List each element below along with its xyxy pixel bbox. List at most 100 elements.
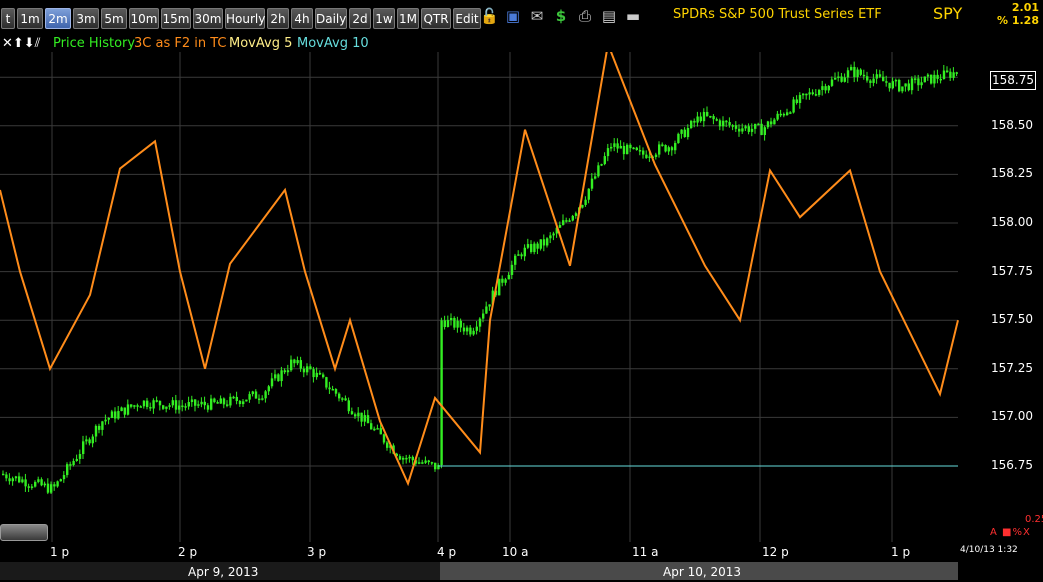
interval-button-qtr[interactable]: QTR [421, 8, 451, 29]
candle [296, 360, 299, 364]
candle [936, 74, 939, 79]
candle [286, 370, 290, 373]
candle [834, 77, 837, 80]
candle [718, 120, 722, 127]
interval-button-5m[interactable]: 5m [101, 8, 127, 29]
candle [619, 145, 622, 149]
candle [802, 93, 805, 96]
candle [290, 359, 293, 371]
candle [331, 389, 334, 391]
candle [30, 486, 34, 488]
candle [667, 147, 670, 152]
candle [613, 143, 616, 147]
candle [155, 400, 158, 402]
minimize-icon[interactable]: ▬ [624, 7, 642, 25]
candle [792, 99, 795, 113]
candle [590, 178, 594, 189]
candle [469, 327, 472, 335]
candle [34, 481, 37, 487]
interval-button-t[interactable]: t [1, 8, 15, 29]
legend-controls-icon[interactable]: ✕⬆⬇⫽ [2, 36, 40, 51]
candle [162, 405, 165, 409]
interval-button-1m[interactable]: 1m [17, 8, 43, 29]
candle [904, 83, 907, 87]
candle [661, 144, 664, 146]
email-icon[interactable]: ✉ [528, 7, 546, 25]
candle [859, 69, 862, 75]
candle [402, 457, 405, 460]
interval-button-30m[interactable]: 30m [193, 8, 223, 29]
interval-button-1w[interactable]: 1w [373, 8, 395, 29]
candle [485, 306, 488, 314]
interval-button-hourly[interactable]: Hourly [225, 8, 265, 29]
interval-button-2m[interactable]: 2m [45, 8, 71, 29]
candle [898, 79, 901, 92]
interval-button-edit[interactable]: Edit [453, 8, 481, 29]
interval-button-2h[interactable]: 2h [267, 8, 289, 29]
candle [507, 274, 510, 280]
candle [235, 396, 238, 401]
candle [251, 391, 254, 395]
candle [894, 79, 898, 82]
interval-button-4h[interactable]: 4h [291, 8, 313, 29]
candle [670, 147, 674, 151]
save-icon[interactable]: ▣ [504, 7, 522, 25]
candle [347, 400, 350, 412]
lock-icon[interactable]: 🔓 [480, 7, 499, 25]
candle [482, 313, 485, 319]
change-percent: % 1.28 [997, 14, 1039, 27]
legend-movavg-5[interactable]: MovAvg 5 [229, 36, 292, 51]
interval-button-10m[interactable]: 10m [129, 8, 159, 29]
candle [258, 398, 261, 401]
dollar-icon[interactable]: $ [552, 7, 570, 25]
candle [696, 116, 699, 123]
candle [11, 478, 14, 482]
candle [568, 220, 571, 222]
price-axis-label: 157.25 [991, 360, 1033, 375]
candle [632, 147, 635, 150]
scroll-handle[interactable] [0, 524, 48, 541]
time-axis-label: 2 p [178, 545, 198, 559]
interval-button-3m[interactable]: 3m [73, 8, 99, 29]
candle [907, 83, 910, 91]
candle [562, 220, 565, 225]
candle [178, 405, 181, 410]
price-candles [2, 61, 958, 495]
candle [197, 404, 200, 406]
legend-price-history[interactable]: Price History [53, 36, 135, 51]
candle [229, 396, 232, 406]
symbol-label[interactable]: SPY [933, 4, 962, 23]
candle [946, 70, 949, 73]
legend-movavg-10[interactable]: MovAvg 10 [297, 36, 369, 51]
candle [94, 425, 98, 437]
candle [795, 99, 798, 104]
candle [363, 415, 366, 422]
candle [594, 176, 597, 179]
candle [174, 400, 178, 410]
interval-button-15m[interactable]: 15m [161, 8, 191, 29]
candle [69, 464, 72, 466]
candle [318, 372, 322, 375]
candle [379, 428, 382, 435]
candle [725, 120, 728, 123]
interval-button-1m[interactable]: 1M [397, 8, 419, 29]
candle [843, 77, 846, 82]
notes-icon[interactable]: ▤ [600, 7, 618, 25]
candle [926, 74, 930, 77]
candle [654, 154, 658, 157]
candle [130, 404, 133, 407]
current-price-label: 158.75 [990, 71, 1036, 90]
interval-button-2d[interactable]: 2d [349, 8, 371, 29]
legend-3c-indicator[interactable]: 3C as F2 in TC [134, 36, 226, 51]
print-icon[interactable]: ⎙ [576, 7, 594, 25]
candle [920, 82, 923, 86]
interval-button-daily[interactable]: Daily [315, 8, 347, 29]
candle [59, 479, 62, 482]
indicator-flags[interactable]: A ■%X [990, 527, 1031, 538]
candle [610, 146, 613, 149]
candle [187, 402, 190, 407]
candle [638, 150, 642, 152]
candle [398, 456, 402, 460]
price-chart[interactable] [0, 52, 1043, 542]
candle [434, 462, 437, 470]
